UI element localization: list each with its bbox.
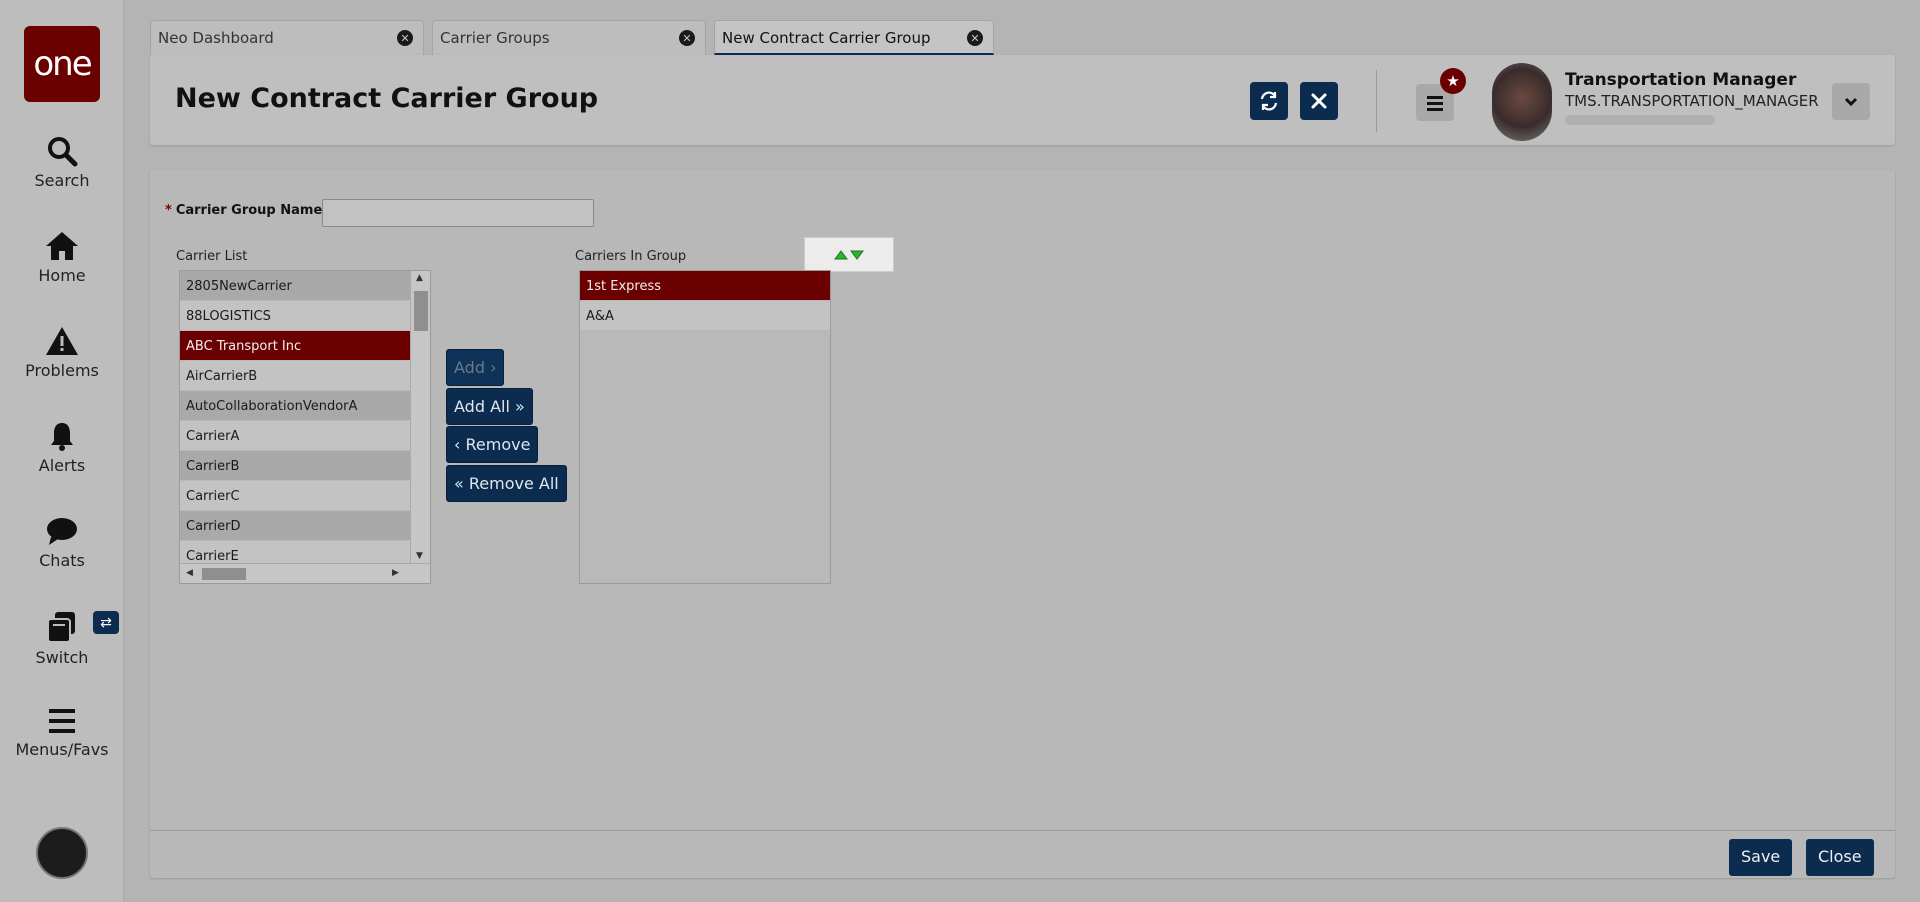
tab-close-icon[interactable]: ✕: [679, 30, 695, 46]
carriers-in-group-label: Carriers In Group: [575, 249, 687, 264]
user-detail-redacted: [1565, 115, 1715, 125]
nav-search-label: Search: [34, 171, 90, 190]
user-avatar[interactable]: [1492, 63, 1552, 141]
app-logo[interactable]: one: [24, 26, 100, 102]
list-item[interactable]: 1st Express: [580, 271, 830, 301]
move-up-icon[interactable]: [834, 249, 848, 260]
user-menu-dropdown[interactable]: [1832, 83, 1870, 120]
nav-problems-label: Problems: [25, 361, 99, 380]
header-divider: [1376, 70, 1377, 132]
menu-icon: [49, 709, 75, 733]
list-item[interactable]: 88LOGISTICS: [180, 301, 410, 331]
tab-neo-dashboard[interactable]: Neo Dashboard ✕: [150, 20, 424, 55]
nav-alerts-label: Alerts: [38, 456, 86, 475]
tab-carrier-groups[interactable]: Carrier Groups ✕: [432, 20, 706, 55]
list-item[interactable]: CarrierD: [180, 511, 410, 541]
vertical-scrollbar[interactable]: ▲ ▼: [410, 271, 430, 565]
chat-icon: [47, 518, 77, 545]
carrier-list-label: Carrier List: [176, 249, 248, 264]
list-item[interactable]: CarrierA: [180, 421, 410, 451]
move-down-icon[interactable]: [850, 250, 864, 260]
logo-text: one: [33, 44, 92, 84]
nav-problems[interactable]: Problems: [0, 325, 124, 380]
tab-close-icon[interactable]: ✕: [967, 30, 983, 46]
horizontal-scroll-thumb[interactable]: [202, 568, 246, 580]
scroll-up-icon[interactable]: ▲: [416, 273, 423, 283]
required-mark: *: [165, 203, 172, 218]
list-item[interactable]: CarrierC: [180, 481, 410, 511]
bell-icon: [51, 423, 73, 451]
switch-badge-icon[interactable]: ⇄: [93, 611, 119, 634]
search-icon: [48, 137, 78, 167]
nav-search[interactable]: Search: [0, 135, 124, 190]
nav-menus-favs-label: Menus/Favs: [15, 740, 109, 759]
list-item[interactable]: 2805NewCarrier: [180, 271, 410, 301]
list-item[interactable]: ABC Transport Inc: [180, 331, 410, 361]
list-item[interactable]: CarrierB: [180, 451, 410, 481]
nav-menus-favs[interactable]: Menus/Favs: [0, 706, 124, 759]
user-role: TMS.TRANSPORTATION_MANAGER: [1565, 92, 1819, 110]
save-button[interactable]: Save: [1729, 839, 1793, 876]
scroll-left-icon[interactable]: ◀: [186, 568, 193, 578]
remove-all-button[interactable]: « Remove All: [446, 465, 567, 502]
carrier-list[interactable]: 2805NewCarrier 88LOGISTICS ABC Transport…: [179, 270, 431, 584]
list-item[interactable]: AutoCollaborationVendorA: [180, 391, 410, 421]
switch-icon: [47, 612, 75, 643]
nav-switch-label: Switch: [35, 648, 89, 667]
tab-label: Neo Dashboard: [158, 29, 274, 47]
nav-home[interactable]: Home: [0, 230, 124, 285]
sort-order-control: [804, 237, 894, 272]
add-button[interactable]: Add ›: [446, 349, 505, 386]
tab-close-icon[interactable]: ✕: [397, 30, 413, 46]
tab-label: New Contract Carrier Group: [722, 29, 931, 47]
horizontal-scrollbar[interactable]: ◀ ▶: [180, 563, 430, 583]
refresh-icon: [1260, 91, 1278, 111]
list-item[interactable]: A&A: [580, 301, 830, 331]
close-icon: [1311, 93, 1327, 109]
carriers-in-group-list[interactable]: 1st Express A&A: [579, 270, 831, 584]
chevron-down-icon: [1844, 97, 1858, 106]
tab-label: Carrier Groups: [440, 29, 550, 47]
favorite-star-icon[interactable]: ★: [1440, 68, 1466, 94]
carrier-group-name-label-text: Carrier Group Name:: [175, 203, 328, 218]
remove-button[interactable]: ‹ Remove: [446, 426, 539, 463]
page-header: New Contract Carrier Group ★ Transportat…: [150, 55, 1895, 145]
carrier-group-name-input[interactable]: [322, 199, 594, 227]
nav-alerts[interactable]: Alerts: [0, 420, 124, 475]
home-icon: [46, 232, 78, 260]
form-panel: * Carrier Group Name: Carrier List Carrie…: [150, 170, 1895, 878]
list-item[interactable]: AirCarrierB: [180, 361, 410, 391]
close-button[interactable]: Close: [1806, 839, 1874, 876]
hamburger-icon: [1427, 95, 1443, 111]
page-title: New Contract Carrier Group: [175, 83, 599, 114]
nav-chats-label: Chats: [39, 551, 85, 570]
user-name: Transportation Manager: [1565, 70, 1797, 90]
warning-icon: [46, 327, 78, 355]
close-page-button[interactable]: [1300, 82, 1338, 120]
nav-chats[interactable]: Chats: [0, 515, 124, 570]
add-all-button[interactable]: Add All »: [446, 388, 533, 425]
vertical-scroll-thumb[interactable]: [414, 291, 428, 331]
sidebar: one Search Home Problems Alerts Chats Sw…: [0, 0, 124, 902]
footer-divider: [150, 830, 1895, 831]
refresh-button[interactable]: [1250, 82, 1288, 120]
nav-home-label: Home: [38, 266, 86, 285]
assistant-avatar[interactable]: [36, 827, 88, 879]
carrier-group-name-label: * Carrier Group Name:: [165, 203, 327, 218]
scroll-down-icon[interactable]: ▼: [416, 551, 423, 561]
tab-new-contract-carrier-group[interactable]: New Contract Carrier Group ✕: [714, 20, 994, 55]
scroll-right-icon[interactable]: ▶: [392, 568, 399, 578]
